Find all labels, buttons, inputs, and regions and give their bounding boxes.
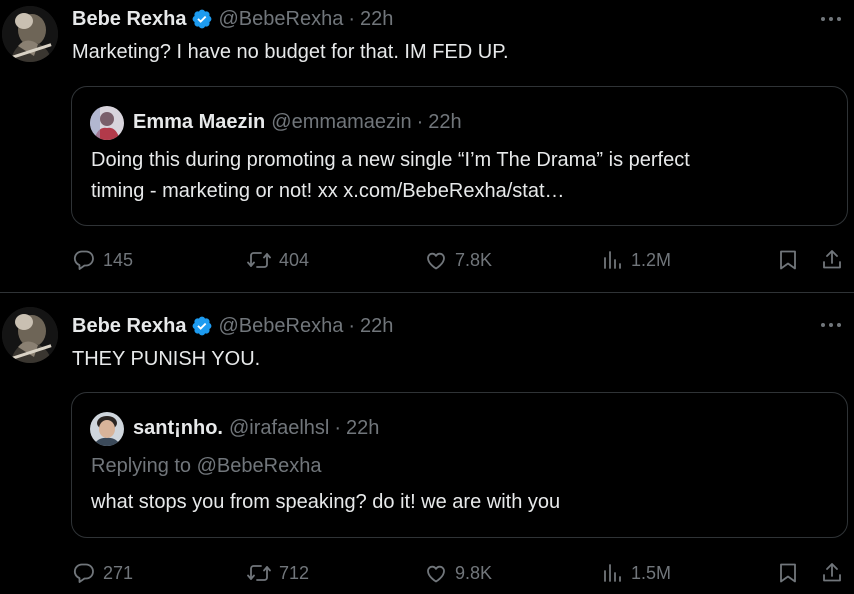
views-button[interactable]: 1.5M (602, 558, 671, 588)
quoted-tweet-timestamp: 22h (346, 417, 380, 439)
tweet-actions: 145 404 7.8K 1.2M (0, 245, 854, 275)
author-handle[interactable]: @BebeRexha (219, 8, 344, 31)
reply-count: 145 (103, 249, 134, 270)
reply-count: 271 (103, 562, 134, 583)
quoted-author-name: Emma Maezin (133, 111, 266, 133)
share-upload-icon (820, 248, 844, 272)
quoted-tweet-text-line: Doing this during promoting a new single… (91, 149, 690, 171)
separator-dot: · (416, 111, 424, 133)
quoted-author-name: sant¡nho. (133, 417, 223, 439)
share-button[interactable] (820, 558, 844, 588)
separator-dot: · (348, 314, 355, 337)
quoted-tweet-text-line: timing - marketing or not! xx x.com/Bebe… (91, 180, 565, 202)
more-dots-icon[interactable] (818, 9, 844, 29)
quoted-author-handle: @irafaelhsl (229, 417, 330, 439)
like-count: 9.8K (455, 562, 493, 583)
author-handle[interactable]: @BebeRexha (219, 315, 344, 338)
reply-bubble-icon (72, 561, 96, 585)
repost-count: 404 (279, 249, 310, 270)
author-avatar[interactable] (2, 307, 58, 363)
reply-bubble-icon (72, 248, 96, 272)
separator-dot: · (348, 7, 355, 30)
like-count: 7.8K (455, 249, 493, 270)
tweet-header: Bebe Rexha @BebeRexha · 22h (72, 313, 393, 339)
quoted-tweet-timestamp: 22h (428, 111, 462, 133)
quoted-author-handle: @emmamaezin (271, 111, 412, 133)
tweet-text: THEY PUNISH YOU. (72, 348, 261, 370)
verified-badge-icon (191, 315, 213, 337)
quoted-author-avatar[interactable] (90, 412, 124, 446)
views-bars-icon (602, 248, 624, 272)
quoted-tweet-header: sant¡nho. @irafaelhsl · 22h (133, 417, 379, 440)
tweet[interactable]: Bebe Rexha @BebeRexha · 22h Marketing? I… (0, 0, 854, 293)
views-button[interactable]: 1.2M (602, 245, 671, 275)
separator-dot: · (334, 417, 342, 439)
heart-icon (424, 561, 448, 585)
tweet-timestamp[interactable]: 22h (360, 315, 393, 338)
more-dots-icon[interactable] (818, 315, 844, 335)
author-name[interactable]: Bebe Rexha (72, 315, 187, 338)
quoted-author-avatar[interactable] (90, 106, 124, 140)
tweet-actions: 271 712 9.8K 1.5M (0, 558, 854, 588)
author-name[interactable]: Bebe Rexha (72, 8, 187, 31)
tweet-header: Bebe Rexha @BebeRexha · 22h (72, 6, 393, 32)
tweet[interactable]: Bebe Rexha @BebeRexha · 22h THEY PUNISH … (0, 293, 854, 594)
reply-button[interactable]: 145 (72, 245, 133, 275)
views-count: 1.2M (631, 249, 672, 270)
like-button[interactable]: 7.8K (424, 245, 492, 275)
repost-count: 712 (279, 562, 310, 583)
bookmark-icon (776, 561, 800, 585)
heart-icon (424, 248, 448, 272)
views-bars-icon (602, 561, 624, 585)
bookmark-button[interactable] (776, 558, 800, 588)
share-button[interactable] (820, 245, 844, 275)
quoted-tweet[interactable]: sant¡nho. @irafaelhsl · 22h Replying to … (71, 392, 848, 538)
replying-to-label: Replying to @BebeRexha (91, 455, 322, 477)
share-upload-icon (820, 561, 844, 585)
repost-button[interactable]: 404 (246, 245, 309, 275)
views-count: 1.5M (631, 562, 672, 583)
verified-badge-icon (191, 8, 213, 30)
quoted-tweet-text-line: what stops you from speaking? do it! we … (91, 491, 561, 513)
tweet-text: Marketing? I have no budget for that. IM… (72, 41, 509, 63)
tweet-timestamp[interactable]: 22h (360, 8, 393, 31)
like-button[interactable]: 9.8K (424, 558, 492, 588)
reply-button[interactable]: 271 (72, 558, 133, 588)
repost-arrows-icon (246, 561, 272, 585)
bookmark-icon (776, 248, 800, 272)
quoted-tweet[interactable]: Emma Maezin @emmamaezin · 22h Doing this… (71, 86, 848, 226)
bookmark-button[interactable] (776, 245, 800, 275)
author-avatar[interactable] (2, 6, 58, 62)
repost-button[interactable]: 712 (246, 558, 309, 588)
quoted-tweet-header: Emma Maezin @emmamaezin · 22h (133, 111, 462, 134)
repost-arrows-icon (246, 248, 272, 272)
